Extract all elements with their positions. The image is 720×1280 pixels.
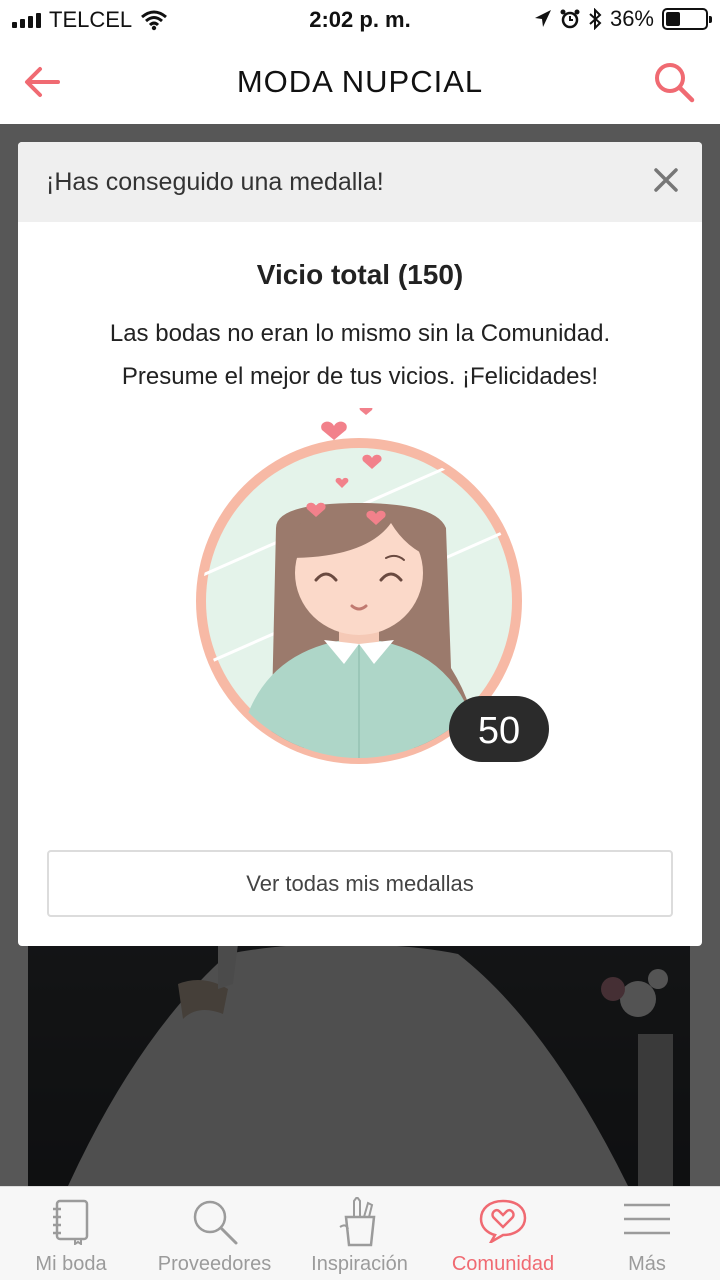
tab-label: Proveedores xyxy=(157,1253,272,1275)
tab-label: Comunidad xyxy=(451,1253,555,1275)
alarm-icon xyxy=(560,9,580,29)
heart-chat-icon xyxy=(479,1199,527,1243)
search-icon[interactable] xyxy=(650,58,698,106)
location-arrow-icon xyxy=(534,10,551,27)
tab-label: Mi boda xyxy=(35,1253,107,1275)
dialog-header: ¡Has conseguido una medalla! xyxy=(18,142,702,222)
medal-badge-illustration: 50 xyxy=(196,408,549,764)
medal-description: Las bodas no eran lo mismo sin la Comuni… xyxy=(38,312,682,398)
tab-label: Inspiración xyxy=(311,1253,408,1275)
dialog-title: ¡Has conseguido una medalla! xyxy=(46,168,384,196)
bottom-tab-bar: Mi boda Proveedores Inspiración Comunida… xyxy=(0,1186,720,1280)
view-all-medals-button[interactable]: Ver todas mis medallas xyxy=(47,850,673,917)
battery-fill xyxy=(666,12,680,26)
status-right: 36% xyxy=(534,6,712,32)
battery-percent: 36% xyxy=(609,6,654,31)
medal-dialog: ¡Has conseguido una medalla! Vicio total… xyxy=(18,142,702,946)
app-screen: TELCEL 2:02 p. m. 36% MODA NUPCIAL ¡Has … xyxy=(0,0,720,1280)
app-header: MODA NUPCIAL xyxy=(0,40,720,124)
close-icon[interactable] xyxy=(648,162,684,198)
page-title: MODA NUPCIAL xyxy=(236,64,484,99)
tab-inspiracion[interactable]: Inspiración xyxy=(287,1187,432,1280)
menu-icon xyxy=(624,1203,670,1235)
description-line-2: Presume el mejor de tus vicios. ¡Felicid… xyxy=(121,363,599,390)
description-line-1: Las bodas no eran lo mismo sin la Comuni… xyxy=(109,320,611,347)
medal-count: 50 xyxy=(478,710,520,752)
bluetooth-icon xyxy=(589,8,602,30)
status-bar: TELCEL 2:02 p. m. 36% xyxy=(0,0,720,40)
tab-comunidad[interactable]: Comunidad xyxy=(432,1187,574,1280)
medal-name: Vicio total (150) xyxy=(256,259,464,290)
tab-label: Más xyxy=(628,1253,666,1275)
pencil-cup-icon xyxy=(338,1197,375,1247)
tab-proveedores[interactable]: Proveedores xyxy=(142,1187,287,1280)
tab-mi-boda[interactable]: Mi boda xyxy=(0,1187,142,1280)
tab-mas[interactable]: Más xyxy=(574,1187,720,1280)
battery-icon xyxy=(662,8,712,30)
notebook-icon xyxy=(53,1199,89,1245)
search-icon xyxy=(193,1200,237,1245)
